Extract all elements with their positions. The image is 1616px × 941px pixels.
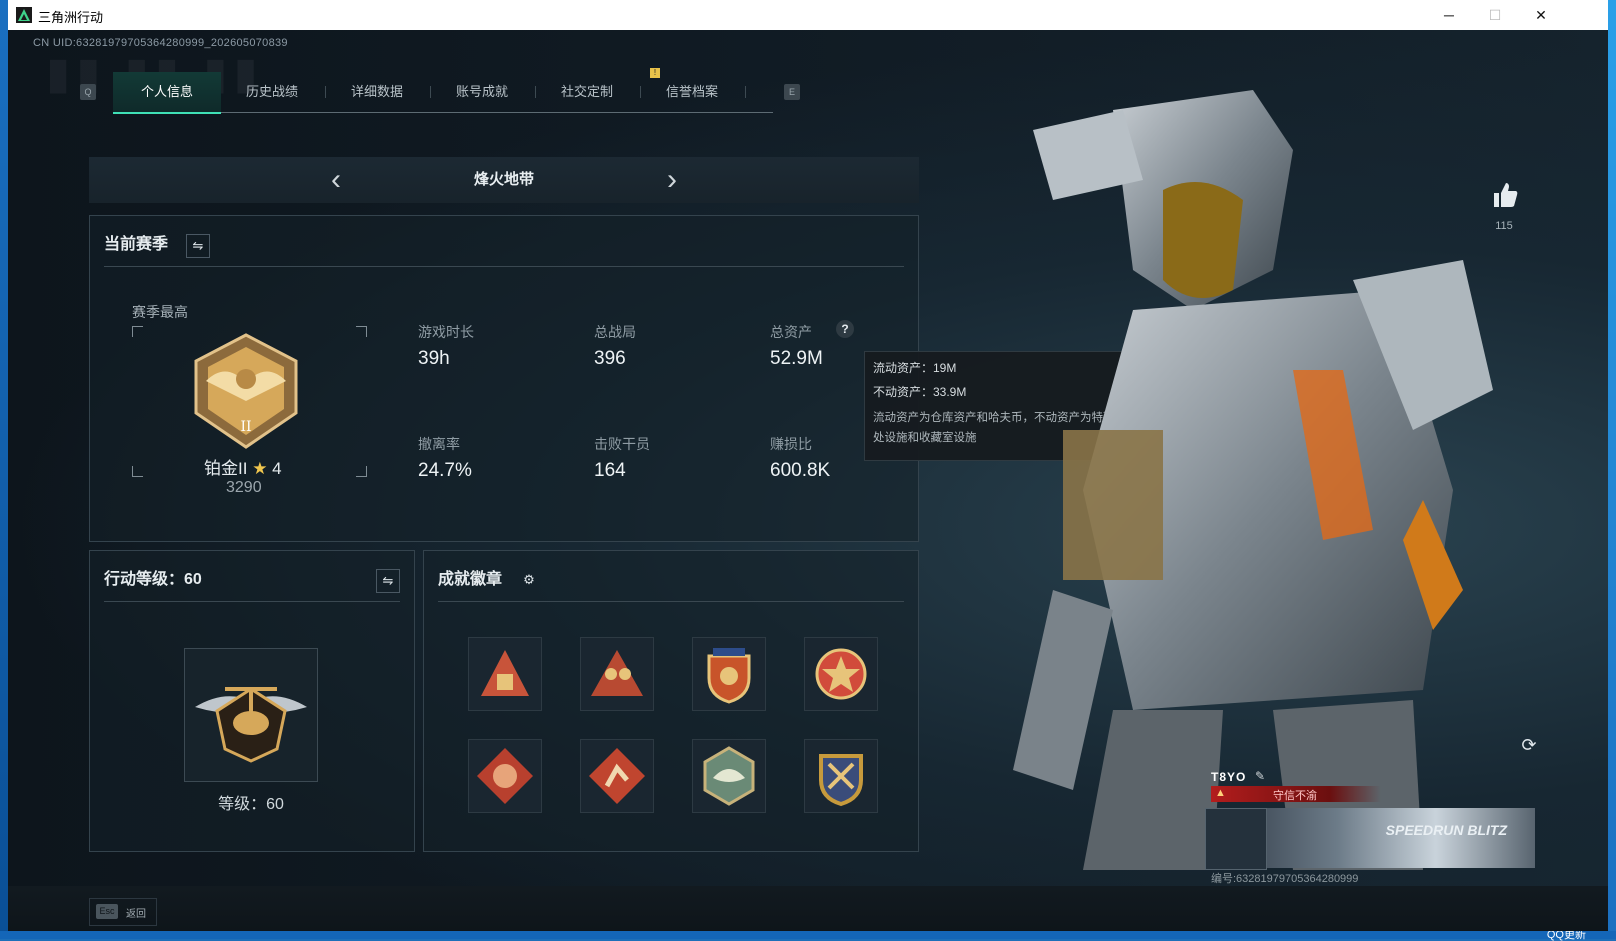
taskbar-strip: QQ更新	[0, 929, 1616, 941]
stat-label-total-matches: 总战局	[594, 324, 636, 340]
star-badge-icon	[815, 648, 867, 700]
stat-value-total-matches: 396	[594, 348, 626, 369]
stat-value-extract-rate: 24.7%	[418, 460, 472, 481]
soldiers-badge-icon	[591, 650, 643, 696]
current-season-panel: 当前赛季 ⇋ 赛季最高 II 铂金II ★ 4 3290 游戏时长 39h 总战…	[89, 215, 919, 542]
dragon-badge-icon	[477, 748, 533, 804]
maximize-button[interactable]: ☐	[1472, 0, 1518, 30]
honor-medal-icon: ▲	[1215, 787, 1226, 799]
achievement-badge[interactable]	[580, 739, 654, 813]
tab-detailed-data[interactable]: 详细数据	[323, 72, 431, 112]
like-count: 115	[1495, 220, 1513, 232]
achievement-badge[interactable]	[804, 637, 878, 711]
frame-corner	[356, 466, 367, 477]
card-banner[interactable]: SPEEDRUN BLITZ	[1205, 808, 1535, 870]
rank-name: 铂金II	[204, 459, 248, 478]
mode-title: 烽火地带	[473, 171, 534, 188]
operator-character-image	[1013, 90, 1493, 870]
panel-divider	[104, 266, 904, 267]
tooltip-liquid-assets: 流动资产：19M	[873, 361, 957, 375]
stat-value-profit-ratio: 600.8K	[770, 460, 831, 481]
rank-stars-count: 4	[272, 459, 282, 478]
esc-key-hint: Esc	[96, 904, 118, 919]
frame-corner	[132, 326, 143, 337]
edit-name-pencil-icon[interactable]: ✎	[1255, 769, 1265, 783]
bottom-bar: Esc 返回	[8, 886, 1608, 931]
level-emblem-frame	[184, 648, 318, 782]
svg-text:II: II	[240, 419, 251, 435]
achievement-badge[interactable]	[692, 637, 766, 711]
asset-help-icon[interactable]: ?	[836, 320, 854, 338]
shield-badge-icon	[707, 648, 751, 704]
achievements-settings-gear-icon[interactable]: ⚙	[518, 569, 540, 591]
window-title: 三角洲行动	[38, 10, 104, 25]
helicopter-emblem-icon	[195, 687, 307, 763]
player-name: T8YO	[1211, 770, 1247, 784]
tab-achievements[interactable]: 账号成就	[428, 72, 536, 112]
rank-star-icon: ★	[252, 459, 268, 478]
title-bar: 三角洲行动 ─ ☐ ✕	[8, 0, 1608, 30]
runner-badge-icon	[589, 748, 645, 804]
rank-score: 3290	[226, 479, 262, 496]
desktop-edge-left	[0, 0, 8, 939]
stat-label-playtime: 游戏时长	[418, 324, 474, 340]
swords-badge-icon	[819, 754, 863, 807]
season-best-label: 赛季最高	[132, 304, 188, 320]
close-button[interactable]: ✕	[1518, 0, 1564, 30]
achievement-badge[interactable]	[468, 739, 542, 813]
operation-level-swap-button[interactable]: ⇋	[376, 569, 400, 593]
back-label: 返回	[126, 909, 146, 920]
refresh-icon[interactable]: ⟳	[1518, 734, 1540, 756]
rank-emblem-icon: II	[194, 333, 298, 449]
triangle-badge-icon	[481, 650, 529, 696]
season-swap-button[interactable]: ⇋	[186, 234, 210, 258]
achievement-badge[interactable]	[804, 739, 878, 813]
tab-history[interactable]: 历史战绩	[218, 72, 326, 112]
panel-divider	[438, 601, 904, 602]
stat-value-kills: 164	[594, 460, 626, 481]
stat-value-total-assets: 52.9M	[770, 348, 823, 369]
frame-corner	[132, 466, 143, 477]
desktop-edge-right	[1608, 0, 1616, 939]
achievement-badge[interactable]	[468, 637, 542, 711]
tab-credit-record[interactable]: 信誉档案	[638, 72, 746, 112]
frame-corner	[356, 326, 367, 337]
game-window: 三角洲行动 ─ ☐ ✕ ▮▮ ▮▮ ▮▮ CN UID:632819797053…	[8, 0, 1608, 931]
game-canvas: ▮▮ ▮▮ ▮▮ CN UID:63281979705364280999_202…	[8, 30, 1608, 931]
mode-next-arrow[interactable]: ›	[657, 163, 687, 197]
operation-level-heading: 行动等级：60	[104, 571, 202, 588]
next-tab-key-hint[interactable]: E	[784, 84, 800, 100]
stat-value-playtime: 39h	[418, 348, 450, 369]
notification-badge: !	[650, 68, 660, 78]
honor-tag: ▲ 守信不渝	[1211, 786, 1381, 802]
tab-social[interactable]: 社交定制	[533, 72, 641, 112]
banner-emblem-icon	[1205, 808, 1267, 870]
stat-label-kills: 击败干员	[594, 436, 650, 452]
achievements-heading: 成就徽章	[438, 571, 503, 588]
stat-label-profit-ratio: 赚损比	[770, 436, 812, 452]
mode-selector: ‹ 烽火地带 ›	[89, 157, 919, 203]
panel-divider	[104, 601, 400, 602]
rank-line: 铂金II ★ 4	[204, 454, 282, 479]
player-name-card: T8YO ✎ ▲ 守信不渝 SPEEDRUN BLITZ 编号:63281979…	[1205, 766, 1535, 894]
operation-level-label: 等级：60	[218, 796, 284, 813]
tab-personal-info[interactable]: 个人信息	[113, 72, 221, 114]
minimize-button[interactable]: ─	[1426, 0, 1472, 30]
stat-label-total-assets: 总资产	[770, 324, 812, 340]
season-heading: 当前赛季	[104, 236, 169, 253]
prev-tab-key-hint[interactable]: Q	[80, 84, 96, 100]
player-card-id: 编号:63281979705364280999	[1211, 873, 1359, 885]
back-button[interactable]: Esc 返回	[89, 898, 157, 926]
honor-tag-text: 守信不渝	[1273, 790, 1317, 802]
thumbs-up-icon[interactable]	[1490, 180, 1520, 210]
uid-label: CN UID:63281979705364280999_202605070839	[33, 37, 288, 49]
card-banner-text: SPEEDRUN BLITZ	[1385, 822, 1507, 838]
stat-label-extract-rate: 撤离率	[418, 436, 460, 452]
app-logo-icon	[16, 7, 32, 23]
achievement-badge[interactable]	[580, 637, 654, 711]
eagle-badge-icon	[703, 746, 755, 806]
tab-bar: 个人信息 历史战绩 详细数据 账号成就 社交定制 信誉档案 !	[113, 68, 773, 114]
achievement-badge[interactable]	[692, 739, 766, 813]
tooltip-fixed-assets: 不动资产：33.9M	[873, 385, 967, 399]
